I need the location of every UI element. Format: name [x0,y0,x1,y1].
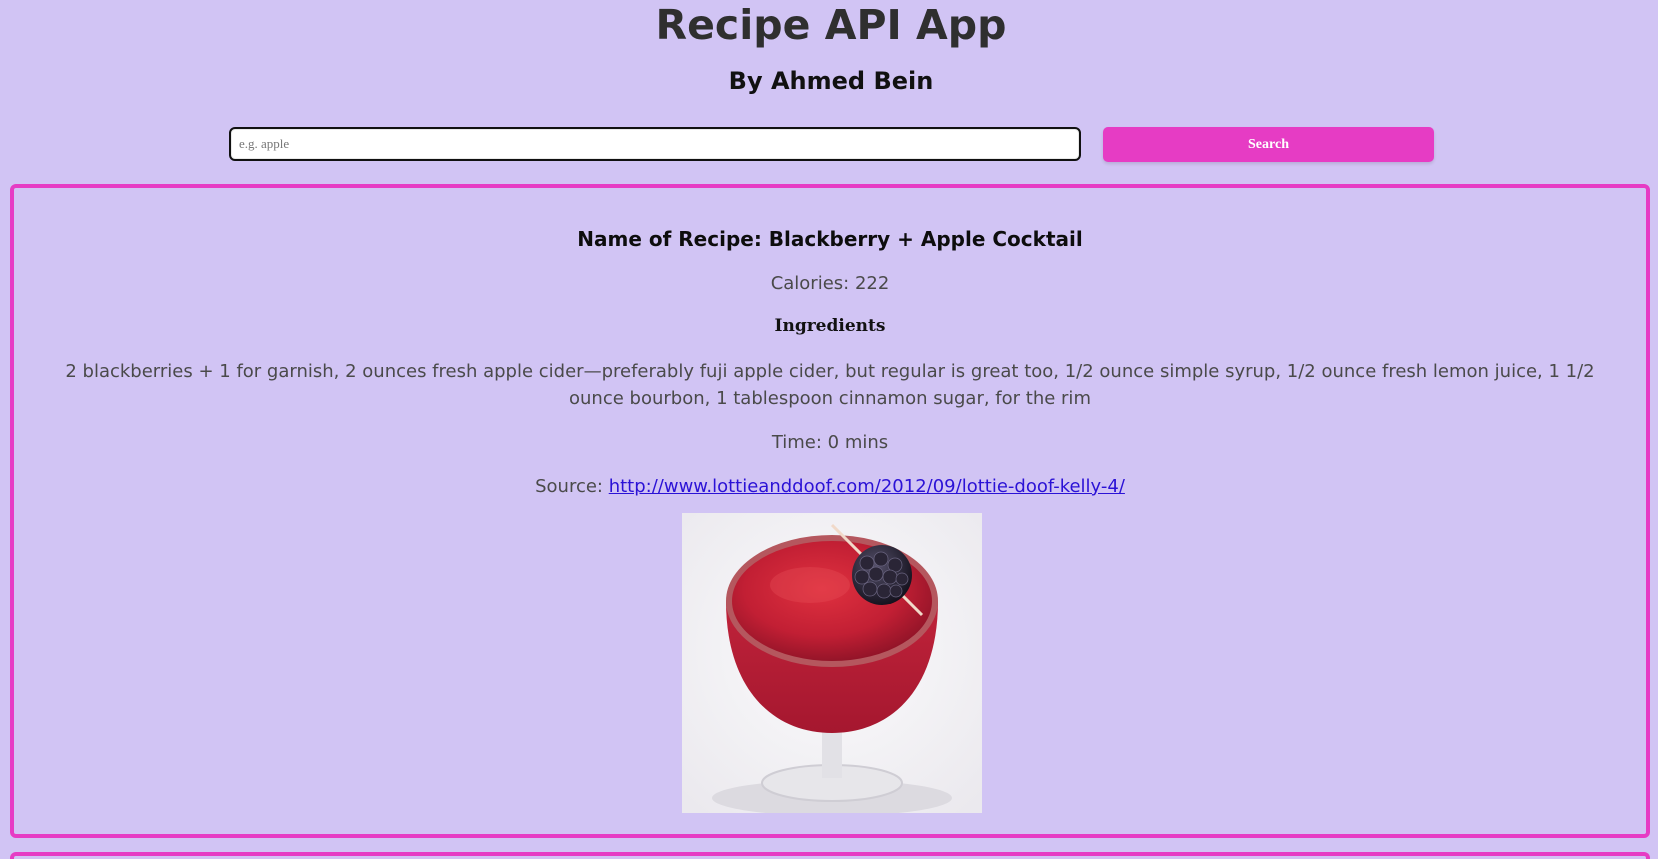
search-input[interactable] [229,127,1081,161]
recipe-card: Name of Recipe: Blackberry + Apple Cockt… [10,184,1650,838]
source-label: Source: [535,476,609,497]
source-link[interactable]: http://www.lottieanddoof.com/2012/09/lot… [609,476,1125,497]
ingredients-heading: Ingredients [774,316,886,336]
author-byline: By Ahmed Bein [728,67,934,95]
search-button[interactable]: Search [1103,127,1434,162]
cocktail-photo [682,513,982,813]
app-title: Recipe API App [655,1,1007,49]
recipe-image [682,513,982,813]
recipe-source: Source: http://www.lottieanddoof.com/201… [14,473,1646,500]
recipe-time: Time: 0 mins [771,432,889,453]
next-recipe-card [10,852,1650,859]
ingredients-list: 2 blackberries + 1 for garnish, 2 ounces… [65,361,1595,409]
recipe-title: Name of Recipe: Blackberry + Apple Cockt… [577,227,1083,251]
recipe-calories: Calories: 222 [770,273,890,294]
